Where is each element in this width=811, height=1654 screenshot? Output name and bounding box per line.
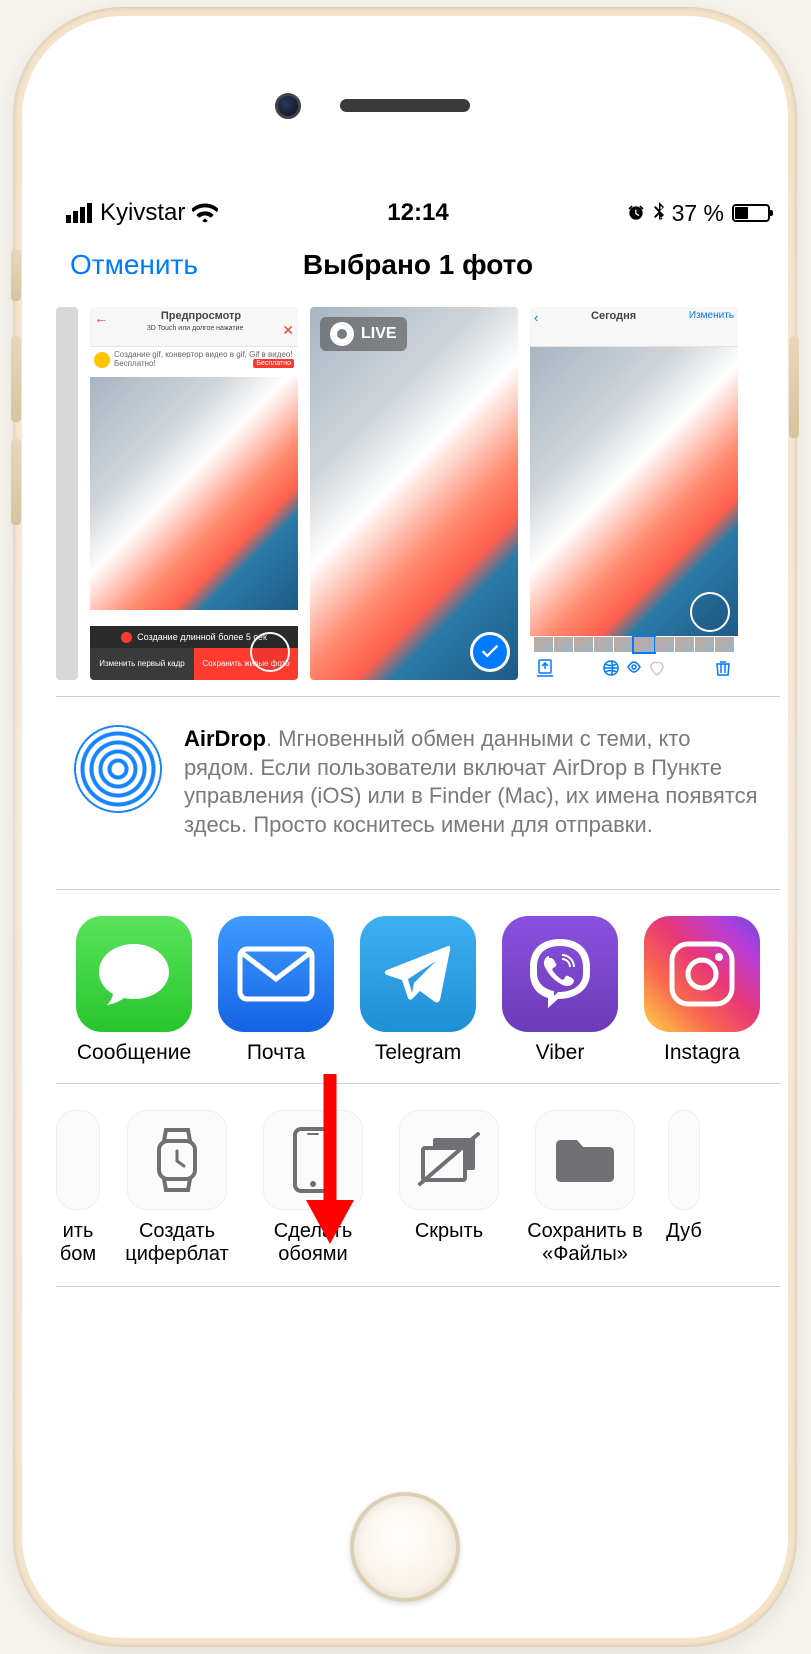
app-instagram[interactable]: Instagra <box>644 916 760 1065</box>
action-label: Сохранить в«Файлы» <box>526 1220 644 1266</box>
viber-icon <box>502 916 618 1032</box>
speaker-grille <box>340 99 470 112</box>
hide-icon <box>399 1110 499 1210</box>
action-watchface[interactable]: Создатьциферблат <box>118 1110 236 1266</box>
folder-icon <box>535 1110 635 1210</box>
volume-up <box>11 336 21 422</box>
thumb-partial-left[interactable] <box>56 307 78 680</box>
power-button <box>789 336 799 438</box>
thumb-2[interactable]: LIVE <box>310 307 518 680</box>
carrier-label: Kyivstar <box>100 199 185 227</box>
live-badge: LIVE <box>320 317 407 351</box>
thumb-1-topbar: ←Предпросмотр3D Touch или долгое нажатие… <box>90 307 298 347</box>
bluetooth-icon <box>652 202 666 224</box>
thumb-1[interactable]: ←Предпросмотр3D Touch или долгое нажатие… <box>90 307 298 680</box>
action-label: Создатьциферблат <box>118 1220 236 1266</box>
airdrop-text: AirDrop. Мгновенный обмен данными с теми… <box>184 725 762 839</box>
home-button[interactable] <box>350 1492 460 1602</box>
telegram-icon <box>360 916 476 1032</box>
annotation-arrow <box>300 1066 360 1246</box>
app-messages[interactable]: Сообщение <box>76 916 192 1065</box>
actions-row[interactable]: итьбом Создатьциферблат Сделатьобоями Ск… <box>56 1084 780 1287</box>
share-apps-row[interactable]: Сообщение Почта Telegram Viber Instagra <box>56 890 780 1084</box>
instagram-icon <box>644 916 760 1032</box>
mail-icon <box>218 916 334 1032</box>
phone-frame: Kyivstar 12:14 37 % Отменить Выбрано 1 ф… <box>13 7 797 1647</box>
wifi-icon <box>192 203 218 223</box>
select-check-2[interactable] <box>470 632 510 672</box>
signal-icon <box>66 203 92 223</box>
select-ring-3[interactable] <box>690 592 730 632</box>
battery-icon <box>732 204 770 222</box>
action-album-partial[interactable]: итьбом <box>56 1110 100 1266</box>
status-time: 12:14 <box>387 199 448 227</box>
app-telegram[interactable]: Telegram <box>360 916 476 1065</box>
app-mail[interactable]: Почта <box>218 916 334 1065</box>
app-label: Сообщение <box>76 1041 192 1065</box>
screen: Kyivstar 12:14 37 % Отменить Выбрано 1 ф… <box>56 193 780 1461</box>
airdrop-icon <box>74 725 162 813</box>
airdrop-section: AirDrop. Мгновенный обмен данными с теми… <box>56 697 780 890</box>
thumb-1-banner: Создание gif, конвертор видео в gif, Gif… <box>90 347 298 375</box>
app-label: Viber <box>502 1041 618 1065</box>
thumb-3-topbar: ‹СегодняИзменить <box>530 307 738 347</box>
mute-switch <box>11 249 21 301</box>
app-label: Почта <box>218 1041 334 1065</box>
photo-thumbnails[interactable]: ←Предпросмотр3D Touch или долгое нажатие… <box>56 297 780 697</box>
watch-icon <box>127 1110 227 1210</box>
app-label: Instagra <box>644 1041 760 1065</box>
action-hide[interactable]: Скрыть <box>390 1110 508 1266</box>
action-save-files[interactable]: Сохранить в«Файлы» <box>526 1110 644 1266</box>
status-bar: Kyivstar 12:14 37 % <box>56 193 780 233</box>
front-camera <box>275 93 301 119</box>
app-label: Telegram <box>360 1041 476 1065</box>
cancel-button[interactable]: Отменить <box>70 249 198 281</box>
volume-down <box>11 439 21 525</box>
nav-bar: Отменить Выбрано 1 фото <box>56 233 780 297</box>
page-title: Выбрано 1 фото <box>303 249 533 281</box>
select-ring-1[interactable] <box>250 632 290 672</box>
alarm-icon <box>626 203 646 223</box>
battery-label: 37 % <box>672 200 724 227</box>
action-label: Скрыть <box>390 1220 508 1243</box>
messages-icon <box>76 916 192 1032</box>
app-viber[interactable]: Viber <box>502 916 618 1065</box>
thumb-3[interactable]: ‹СегодняИзменить ◉ LIVE <box>530 307 738 680</box>
action-duplicate-partial[interactable]: Дуб <box>662 1110 706 1266</box>
